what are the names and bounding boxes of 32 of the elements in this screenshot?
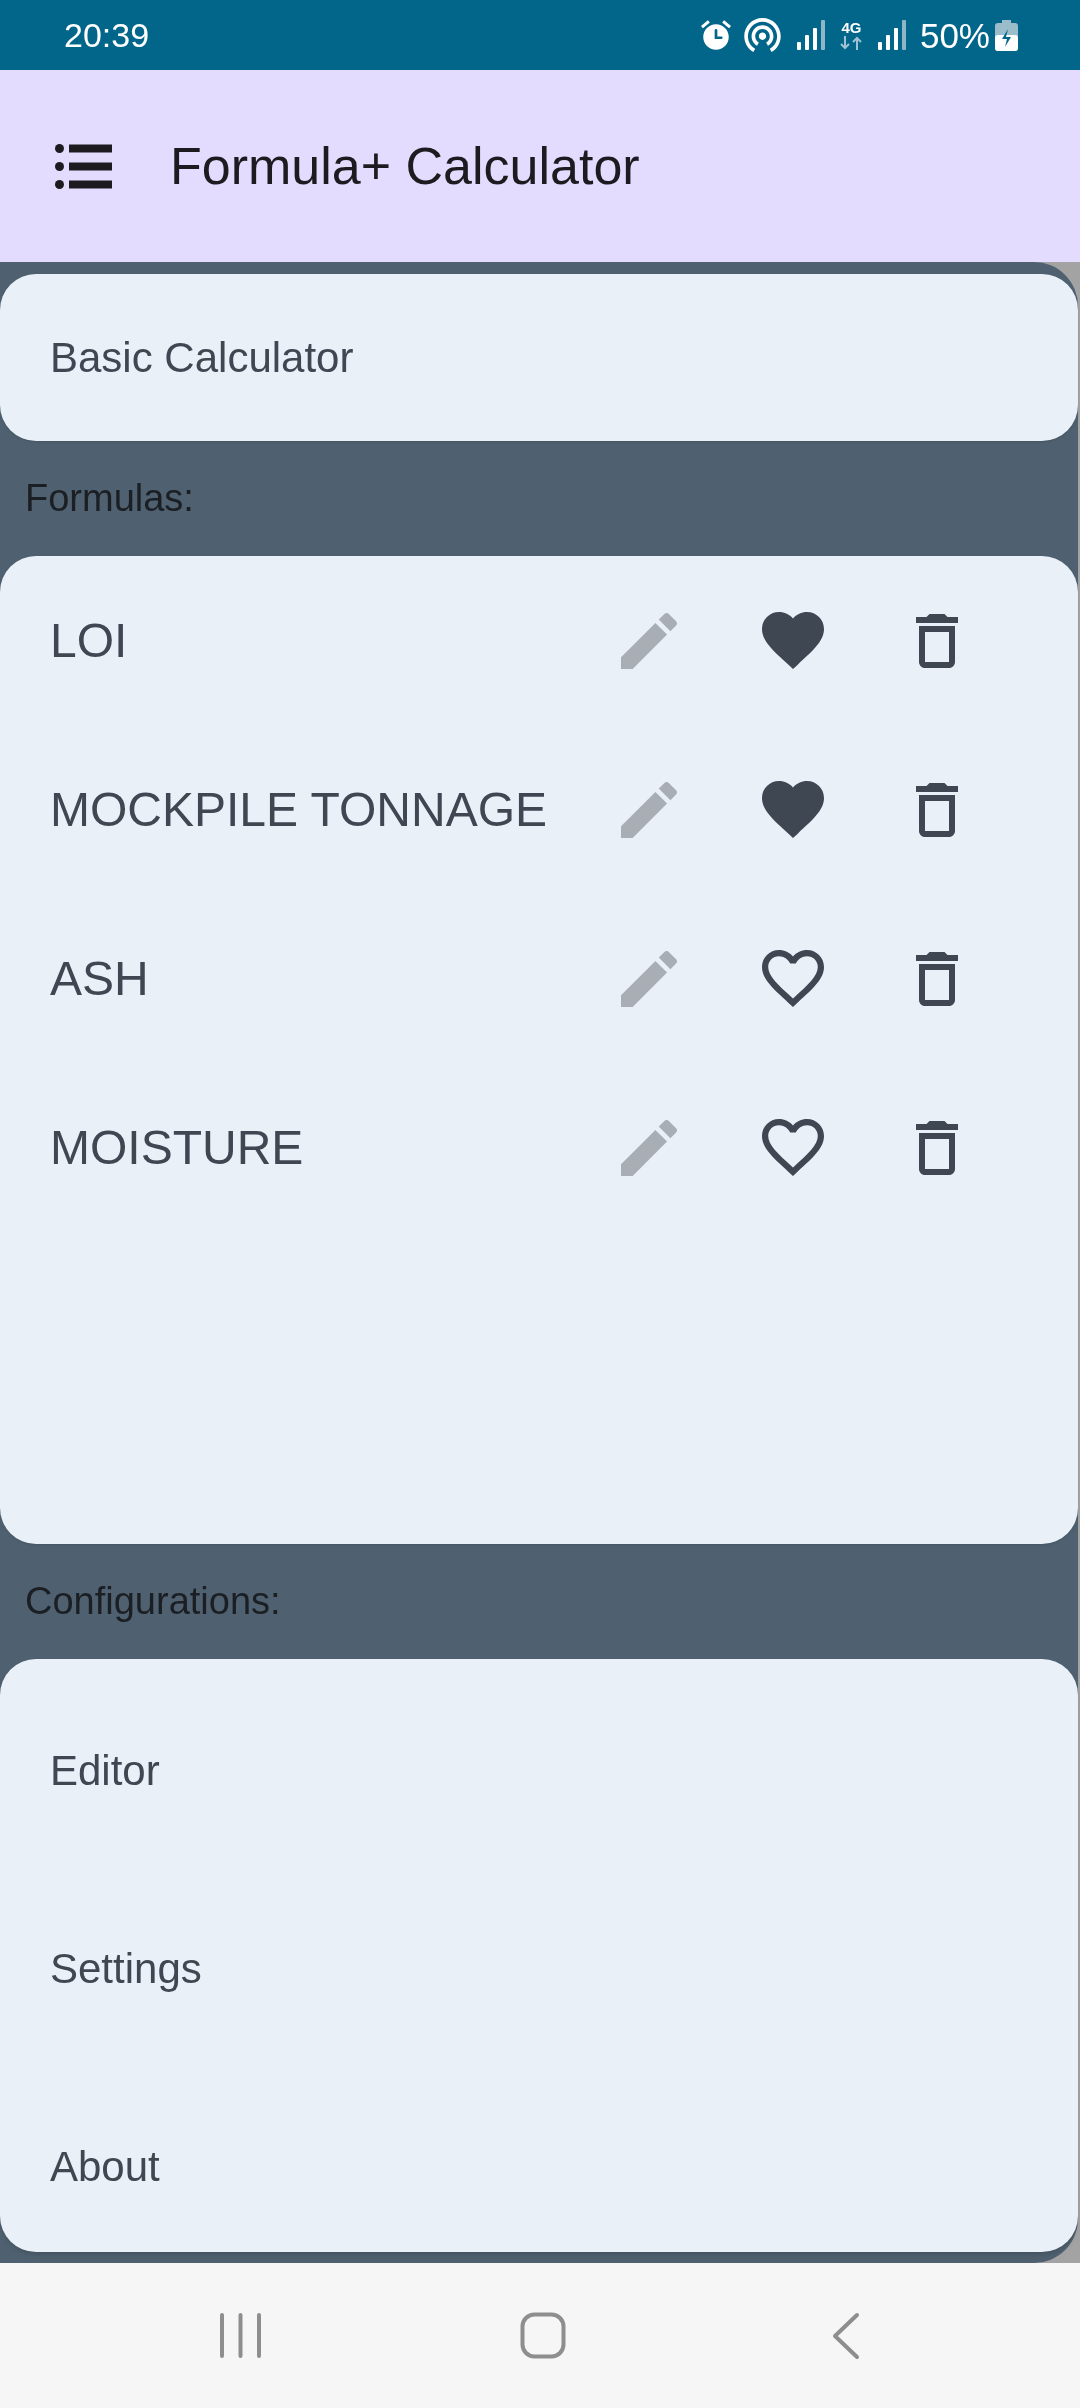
menu-item[interactable]: About <box>50 2134 160 2198</box>
menu-item[interactable]: Editor <box>50 1738 160 1802</box>
battery-charging-icon <box>995 19 1018 51</box>
network-type: 4G <box>841 20 862 35</box>
trash-icon[interactable] <box>916 613 958 668</box>
section-heading: Formulas: <box>25 476 194 521</box>
formula-name[interactable]: MOISTURE <box>50 1111 304 1184</box>
signal-icon <box>796 20 825 50</box>
app-title: Formula+ Calculator <box>170 136 640 197</box>
alarm-clock-icon <box>700 19 731 51</box>
battery-percent: 50% <box>919 17 990 53</box>
clock-time: 20:39 <box>64 18 150 52</box>
formula-name[interactable]: MOCKPILE TONNAGE <box>50 773 547 846</box>
section-heading: Configurations: <box>25 1579 281 1624</box>
outline-heart-icon[interactable] <box>762 950 824 1007</box>
menu-item[interactable]: Settings <box>50 1936 202 2000</box>
trash-icon[interactable] <box>916 1120 958 1175</box>
formula-name[interactable]: ASH <box>50 942 149 1015</box>
drawer-item[interactable]: Basic Calculator <box>0 274 1078 441</box>
formula-name[interactable]: LOI <box>50 604 128 677</box>
outline-heart-icon[interactable] <box>762 1119 824 1176</box>
filled-heart-icon[interactable] <box>762 612 824 669</box>
trash-icon[interactable] <box>916 782 958 837</box>
data-arrows-icon <box>839 36 864 50</box>
back-icon[interactable] <box>832 2311 860 2360</box>
hotspot-icon <box>743 18 781 52</box>
recent-apps-icon[interactable] <box>219 2312 262 2359</box>
filled-heart-icon[interactable] <box>762 781 824 838</box>
trash-icon[interactable] <box>916 951 958 1006</box>
home-icon[interactable] <box>520 2312 566 2359</box>
signal-icon <box>877 20 906 50</box>
menu-icon[interactable] <box>55 143 112 189</box>
